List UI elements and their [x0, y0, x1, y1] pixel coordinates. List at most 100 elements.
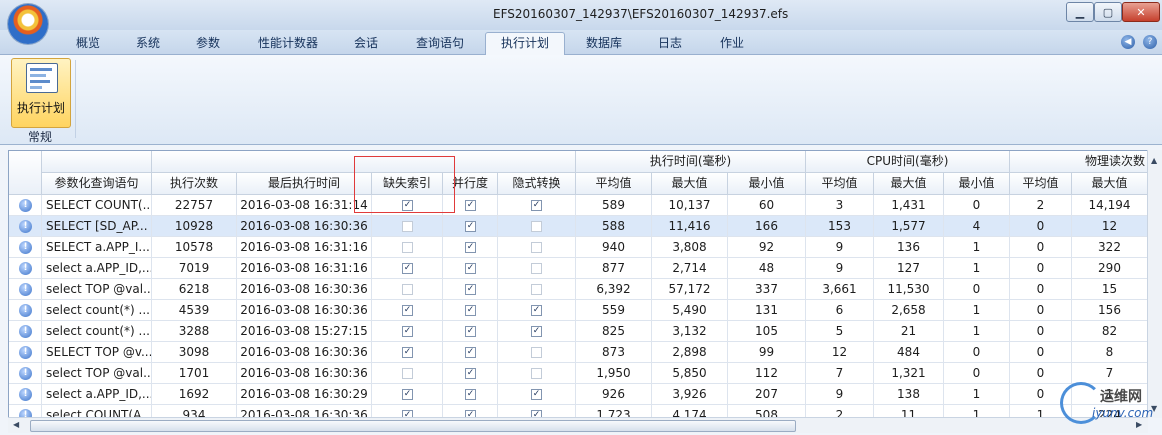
checkbox[interactable]: ✓	[402, 326, 413, 337]
checkbox[interactable]	[402, 242, 413, 253]
maximize-button[interactable]: ▢	[1094, 2, 1122, 22]
table-row[interactable]: ! SELECT COUNT(... 22757 2016-03-08 16:31:1…	[9, 195, 1162, 216]
horizontal-scroll-thumb[interactable]	[30, 420, 796, 432]
table-row[interactable]: ! SELECT TOP @v... 3098 2016-03-08 16:30:36…	[9, 342, 1162, 363]
checkbox[interactable]: ✓	[531, 200, 542, 211]
row-header[interactable]: !	[9, 384, 42, 405]
cell-parallelism: ✓	[443, 300, 498, 321]
minimize-button[interactable]: ▁	[1066, 2, 1094, 22]
checkbox[interactable]: ✓	[465, 368, 476, 379]
horizontal-scrollbar[interactable]: ◀ ▶	[8, 417, 1148, 433]
scroll-up-arrow-icon[interactable]: ▲	[1151, 156, 1157, 165]
table-row[interactable]: ! select count(*) ... 4539 2016-03-08 16:30…	[9, 300, 1162, 321]
table-row[interactable]: ! select TOP @val... 6218 2016-03-08 16:30:…	[9, 279, 1162, 300]
cell-missing-index: ✓	[372, 300, 443, 321]
tab-logs[interactable]: 日志	[645, 33, 695, 53]
checkbox[interactable]: ✓	[402, 305, 413, 316]
tab-jobs[interactable]: 作业	[707, 33, 757, 53]
cell-last-exec: 2016-03-08 16:31:16	[237, 258, 372, 279]
tab-sessions[interactable]: 会话	[340, 33, 392, 53]
app-menu-orb-icon[interactable]	[8, 4, 48, 44]
checkbox[interactable]: ✓	[465, 326, 476, 337]
row-header[interactable]: !	[9, 363, 42, 384]
tab-overview[interactable]: 概览	[63, 33, 113, 53]
col-header-cpu-max[interactable]: 最大值	[874, 173, 944, 195]
table-row[interactable]: ! SELECT [SD_AP... 10928 2016-03-08 16:30:3…	[9, 216, 1162, 237]
col-header-cpu-min[interactable]: 最小值	[944, 173, 1010, 195]
row-header[interactable]: !	[9, 195, 42, 216]
checkbox[interactable]: ✓	[531, 326, 542, 337]
checkbox[interactable]: ✓	[465, 389, 476, 400]
back-icon[interactable]: ◀	[1121, 35, 1135, 49]
table-row[interactable]: ! select a.APP_ID,... 7019 2016-03-08 16:31…	[9, 258, 1162, 279]
col-header-exec-max[interactable]: 最大值	[652, 173, 728, 195]
tab-execution-plan[interactable]: 执行计划	[485, 32, 565, 55]
checkbox[interactable]: ✓	[465, 263, 476, 274]
checkbox[interactable]	[531, 284, 542, 295]
col-header-implicit-conversion[interactable]: 隐式转换	[498, 173, 576, 195]
row-header[interactable]: !	[9, 321, 42, 342]
cell-cpu-avg: 5	[806, 321, 874, 342]
checkbox[interactable]	[402, 368, 413, 379]
cell-implicit-conversion	[498, 237, 576, 258]
row-header[interactable]: !	[9, 258, 42, 279]
col-header-cpu-avg[interactable]: 平均值	[806, 173, 874, 195]
checkbox[interactable]	[531, 368, 542, 379]
execution-plan-grid[interactable]: 执行时间(毫秒) CPU时间(毫秒) 物理读次数 参数化查询语句 执行次数 最后…	[8, 150, 1162, 418]
close-button[interactable]: ✕	[1122, 2, 1160, 22]
table-row[interactable]: ! SELECT a.APP_I... 10578 2016-03-08 16:31:…	[9, 237, 1162, 258]
execution-plan-button[interactable]: 执行计划	[11, 58, 71, 128]
checkbox[interactable]	[402, 284, 413, 295]
tab-parameters[interactable]: 参数	[183, 33, 233, 53]
checkbox[interactable]: ✓	[531, 389, 542, 400]
col-header-reads-avg[interactable]: 平均值	[1010, 173, 1072, 195]
checkbox[interactable]: ✓	[465, 284, 476, 295]
row-header[interactable]: !	[9, 237, 42, 258]
cell-last-exec: 2016-03-08 15:27:15	[237, 321, 372, 342]
checkbox[interactable]	[531, 263, 542, 274]
col-header-last-exec[interactable]: 最后执行时间	[237, 173, 372, 195]
col-header-exec-avg[interactable]: 平均值	[576, 173, 652, 195]
cell-reads-avg: 0	[1010, 321, 1072, 342]
checkbox[interactable]: ✓	[465, 305, 476, 316]
tab-database[interactable]: 数据库	[575, 33, 633, 53]
cell-exec-count: 3288	[152, 321, 237, 342]
checkbox[interactable]: ✓	[402, 263, 413, 274]
cell-implicit-conversion: ✓	[498, 321, 576, 342]
table-row[interactable]: ! select TOP @val... 1701 2016-03-08 16:30:…	[9, 363, 1162, 384]
checkbox[interactable]: ✓	[402, 347, 413, 358]
checkbox[interactable]	[402, 221, 413, 232]
checkbox[interactable]: ✓	[465, 200, 476, 211]
col-header-query[interactable]: 参数化查询语句	[42, 173, 152, 195]
help-icon[interactable]: ?	[1143, 35, 1157, 49]
checkbox[interactable]: ✓	[402, 389, 413, 400]
checkbox[interactable]: ✓	[465, 347, 476, 358]
cell-cpu-min: 0	[944, 195, 1010, 216]
checkbox[interactable]	[531, 347, 542, 358]
checkbox[interactable]: ✓	[465, 221, 476, 232]
tab-queries[interactable]: 查询语句	[405, 33, 475, 53]
col-header-reads-max[interactable]: 最大值	[1072, 173, 1148, 195]
col-header-exec-count[interactable]: 执行次数	[152, 173, 237, 195]
header-blank	[42, 151, 152, 173]
tab-system[interactable]: 系统	[123, 33, 173, 53]
row-header[interactable]: !	[9, 300, 42, 321]
row-header[interactable]: !	[9, 342, 42, 363]
cell-implicit-conversion: ✓	[498, 195, 576, 216]
row-header[interactable]: !	[9, 216, 42, 237]
cell-implicit-conversion	[498, 279, 576, 300]
cell-last-exec: 2016-03-08 16:31:16	[237, 237, 372, 258]
checkbox[interactable]: ✓	[465, 242, 476, 253]
col-header-exec-min[interactable]: 最小值	[728, 173, 806, 195]
checkbox[interactable]	[531, 221, 542, 232]
checkbox[interactable]: ✓	[531, 305, 542, 316]
checkbox[interactable]	[531, 242, 542, 253]
scroll-left-arrow-icon[interactable]: ◀	[13, 420, 19, 429]
tab-performance-counters[interactable]: 性能计数器	[248, 33, 328, 53]
cell-query: SELECT TOP @v...	[42, 342, 152, 363]
cell-exec-min: 48	[728, 258, 806, 279]
cell-reads-max: 290	[1072, 258, 1148, 279]
table-row[interactable]: ! select count(*) ... 3288 2016-03-08 15:27…	[9, 321, 1162, 342]
table-row[interactable]: ! select a.APP_ID,... 1692 2016-03-08 16:30…	[9, 384, 1162, 405]
row-header[interactable]: !	[9, 279, 42, 300]
